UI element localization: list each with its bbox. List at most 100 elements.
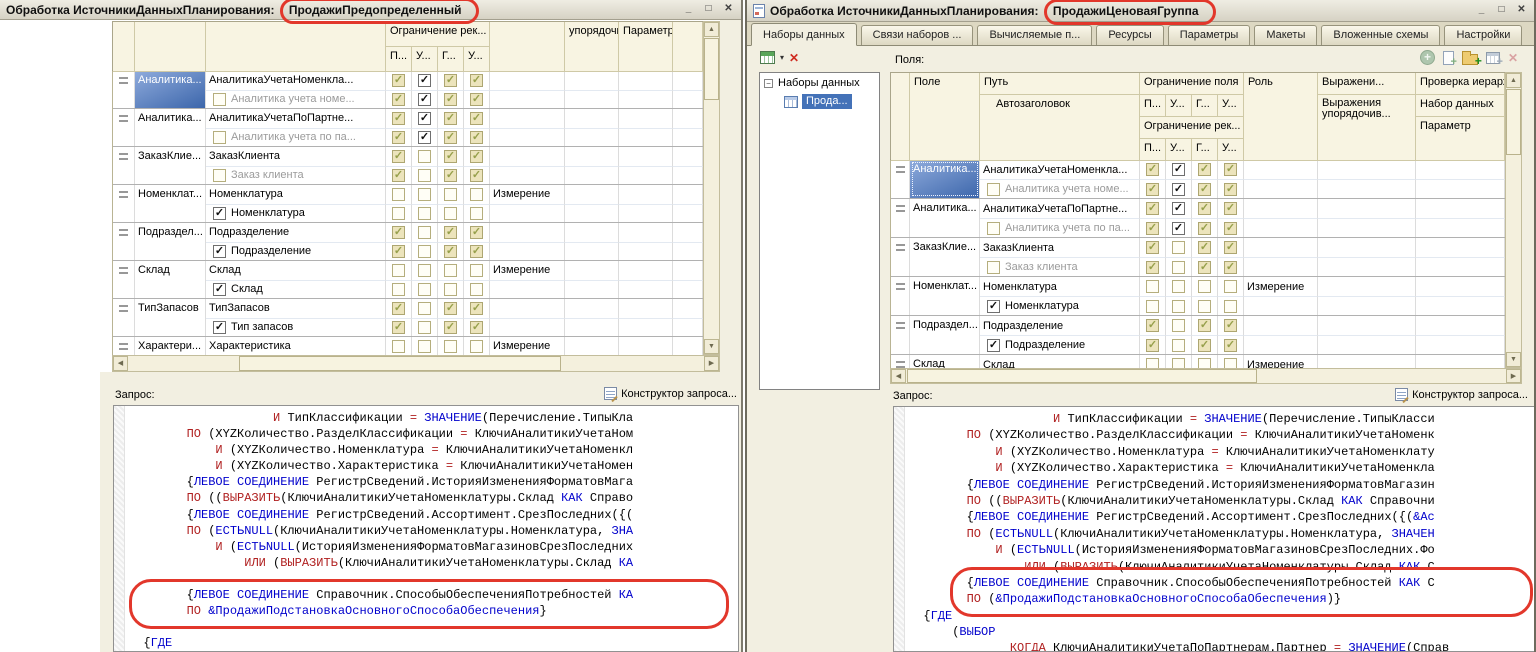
checkbox[interactable]: ✓: [1198, 339, 1211, 352]
scroll-right-icon[interactable]: ▶: [704, 356, 719, 371]
checkbox[interactable]: ✓: [392, 112, 405, 125]
row-grip-icon[interactable]: [896, 283, 905, 290]
checkbox[interactable]: [987, 222, 1000, 235]
checkbox[interactable]: ✓: [444, 112, 457, 125]
checkbox[interactable]: ✓: [1198, 241, 1211, 254]
checkbox[interactable]: ✓: [470, 302, 483, 315]
row-grip-icon[interactable]: [896, 166, 905, 173]
tab-6[interactable]: Вложенные схемы: [1321, 25, 1440, 45]
checkbox[interactable]: ✓: [392, 302, 405, 315]
field-group-row[interactable]: Аналитика...АналитикаУчетаНоменкла...✓✓✓…: [891, 160, 1505, 199]
checkbox[interactable]: [1146, 300, 1159, 313]
checkbox[interactable]: ✓: [392, 321, 405, 334]
row-grip-icon[interactable]: [119, 77, 128, 84]
checkbox[interactable]: ✓: [1224, 241, 1237, 254]
add-folder-icon[interactable]: [1462, 54, 1478, 65]
field-group-row[interactable]: Номенклат...НоменклатураИзмерение✓Номенк…: [113, 185, 703, 223]
scroll-right-icon[interactable]: ▶: [1506, 369, 1521, 383]
checkbox[interactable]: ✓: [1146, 183, 1159, 196]
scroll-down-icon[interactable]: ▼: [1506, 352, 1521, 367]
checkbox[interactable]: ✓: [444, 245, 457, 258]
field-group-row[interactable]: ЗаказКлие...ЗаказКлиента✓✓✓Заказ клиента…: [891, 238, 1505, 277]
field-group-row[interactable]: ТипЗапасовТипЗапасов✓✓✓✓Тип запасов✓✓✓: [113, 299, 703, 337]
checkbox[interactable]: ✓: [1224, 261, 1237, 274]
checkbox[interactable]: [444, 207, 457, 220]
field-group-row[interactable]: ЗаказКлие...ЗаказКлиента✓✓✓Заказ клиента…: [113, 147, 703, 185]
checkbox[interactable]: ✓: [418, 93, 431, 106]
checkbox[interactable]: ✓: [1224, 339, 1237, 352]
field-name-cell[interactable]: Склад: [910, 355, 980, 368]
checkbox[interactable]: [987, 261, 1000, 274]
checkbox[interactable]: ✓: [470, 226, 483, 239]
scroll-thumb[interactable]: [907, 369, 1257, 383]
checkbox[interactable]: ✓: [1224, 222, 1237, 235]
scroll-thumb[interactable]: [239, 356, 561, 371]
checkbox[interactable]: [1172, 319, 1185, 332]
tree-root-item[interactable]: − Наборы данных: [760, 73, 879, 89]
add-field-icon[interactable]: [1420, 50, 1435, 65]
checkbox[interactable]: ✓: [418, 112, 431, 125]
checkbox[interactable]: [1224, 280, 1237, 293]
checkbox[interactable]: ✓: [444, 226, 457, 239]
checkbox[interactable]: ✓: [470, 93, 483, 106]
field-group-row[interactable]: СкладСкладИзмерение✓Склад: [113, 261, 703, 299]
add-dataset-icon[interactable]: [760, 51, 775, 64]
query-constructor-link[interactable]: Конструктор запроса...: [1395, 388, 1528, 401]
checkbox[interactable]: ✓: [1224, 183, 1237, 196]
tab-3[interactable]: Ресурсы: [1096, 25, 1163, 45]
field-group-row[interactable]: Подраздел...Подразделение✓✓✓✓Подразделен…: [891, 316, 1505, 355]
checkbox[interactable]: [418, 226, 431, 239]
checkbox[interactable]: ✓: [1146, 222, 1159, 235]
tab-0[interactable]: Наборы данных: [751, 23, 857, 46]
checkbox[interactable]: ✓: [1224, 163, 1237, 176]
field-name-cell[interactable]: Подраздел...: [135, 223, 206, 260]
checkbox[interactable]: ✓: [470, 74, 483, 87]
row-grip-icon[interactable]: [119, 153, 128, 160]
checkbox[interactable]: ✓: [1146, 241, 1159, 254]
row-grip-icon[interactable]: [119, 343, 128, 350]
checkbox[interactable]: [470, 340, 483, 353]
scroll-down-icon[interactable]: ▼: [704, 339, 719, 354]
checkbox[interactable]: ✓: [392, 226, 405, 239]
checkbox[interactable]: ✓: [470, 150, 483, 163]
checkbox[interactable]: [444, 283, 457, 296]
row-grip-icon[interactable]: [896, 244, 905, 251]
query-constructor-link[interactable]: Конструктор запроса...: [604, 387, 737, 400]
checkbox[interactable]: ✓: [1172, 163, 1185, 176]
checkbox[interactable]: ✓: [444, 74, 457, 87]
field-group-row[interactable]: Подраздел...Подразделение✓✓✓✓Подразделен…: [113, 223, 703, 261]
checkbox[interactable]: [1172, 280, 1185, 293]
maximize-button[interactable]: □: [1493, 3, 1510, 18]
checkbox[interactable]: ✓: [1198, 261, 1211, 274]
checkbox[interactable]: [1146, 280, 1159, 293]
left-titlebar[interactable]: Обработка ИсточникиДанныхПланирования: П…: [0, 0, 741, 20]
tab-5[interactable]: Макеты: [1254, 25, 1317, 45]
checkbox[interactable]: ✓: [1172, 222, 1185, 235]
checkbox[interactable]: ✓: [987, 300, 1000, 313]
row-grip-icon[interactable]: [119, 115, 128, 122]
close-button[interactable]: ✕: [1513, 3, 1530, 18]
checkbox[interactable]: [392, 340, 405, 353]
checkbox[interactable]: [213, 169, 226, 182]
field-name-cell[interactable]: Характери...: [135, 337, 206, 355]
field-group-row[interactable]: Аналитика...АналитикаУчетаНоменкла...✓✓✓…: [113, 71, 703, 109]
row-grip-icon[interactable]: [119, 305, 128, 312]
checkbox[interactable]: ✓: [1224, 202, 1237, 215]
checkbox[interactable]: [418, 188, 431, 201]
checkbox[interactable]: ✓: [418, 74, 431, 87]
checkbox[interactable]: [470, 207, 483, 220]
field-name-cell[interactable]: Аналитика...: [135, 71, 206, 108]
checkbox[interactable]: [418, 302, 431, 315]
scroll-up-icon[interactable]: ▲: [1506, 73, 1521, 88]
checkbox[interactable]: ✓: [1146, 261, 1159, 274]
tab-1[interactable]: Связи наборов ...: [861, 25, 974, 45]
checkbox[interactable]: [1146, 358, 1159, 368]
field-name-cell[interactable]: Аналитика...: [910, 160, 980, 198]
checkbox[interactable]: [1172, 358, 1185, 368]
checkbox[interactable]: [1224, 358, 1237, 368]
checkbox[interactable]: [1224, 300, 1237, 313]
checkbox[interactable]: [444, 188, 457, 201]
delete-dataset-icon[interactable]: ✕: [789, 52, 799, 64]
scroll-left-icon[interactable]: ◀: [113, 356, 128, 371]
row-grip-icon[interactable]: [896, 205, 905, 212]
